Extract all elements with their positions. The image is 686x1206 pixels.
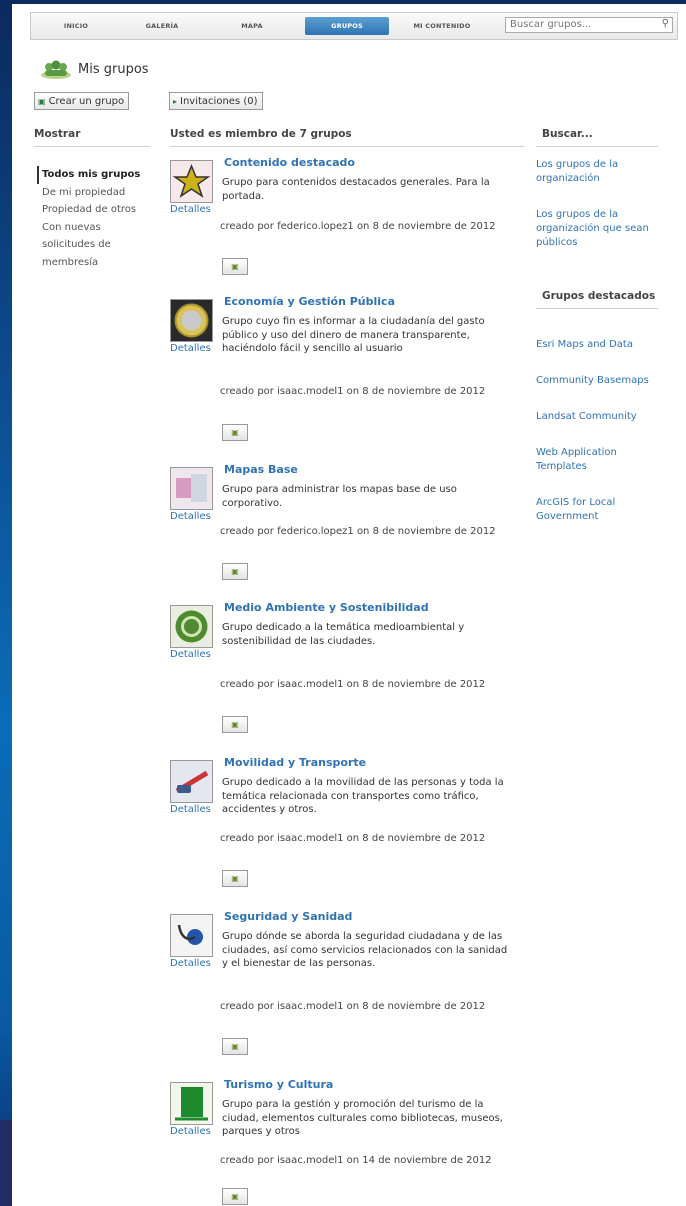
group-details-link[interactable]: Detalles — [170, 958, 211, 969]
group-meta: creado por isaac.model1 on 14 de noviemb… — [220, 1155, 492, 1166]
group-details-link[interactable]: Detalles — [170, 204, 211, 215]
star-icon[interactable] — [170, 160, 213, 203]
create-group-button[interactable]: ▣ Crear un grupo — [34, 92, 130, 110]
group-item: Detalles Medio Ambiente y Sostenibilidad… — [170, 601, 520, 740]
group-action-button[interactable]: ▣ — [222, 424, 248, 441]
group-details-link[interactable]: Detalles — [170, 649, 211, 660]
group-meta: creado por federico.lopez1 on 8 de novie… — [220, 221, 496, 232]
invitations-button[interactable]: ▸ Invitaciones (0) — [169, 92, 263, 110]
group-meta: creado por federico.lopez1 on 8 de novie… — [220, 526, 496, 537]
filter-owned[interactable]: De mi propiedad — [42, 184, 152, 202]
group-title[interactable]: Seguridad y Sanidad — [224, 910, 352, 923]
page-title: Mis grupos — [40, 58, 149, 80]
filter-new-requests[interactable]: Con nuevas solicitudes de membresía — [42, 219, 152, 272]
group-item: Detalles Contenido destacado Grupo para … — [170, 156, 520, 280]
featured-group-link[interactable]: ArcGIS for Local Government — [536, 496, 656, 524]
main-panel: INICIO GALERÍA MAPA GRUPOS MI CONTENIDO … — [12, 4, 686, 1206]
tab-galeria[interactable]: GALERÍA — [123, 17, 201, 35]
invitations-icon: ▸ — [173, 97, 178, 106]
filter-all-groups[interactable]: Todos mis grupos — [37, 166, 152, 184]
group-details-link[interactable]: Detalles — [170, 804, 211, 815]
group-title[interactable]: Mapas Base — [224, 463, 298, 476]
show-column-head: Mostrar — [34, 128, 150, 147]
group-meta: creado por isaac.model1 on 8 de noviembr… — [220, 833, 486, 844]
filter-list: Todos mis grupos De mi propiedad Propied… — [37, 166, 152, 272]
group-meta: creado por isaac.model1 on 8 de noviembr… — [220, 679, 486, 690]
group-title[interactable]: Movilidad y Transporte — [224, 756, 366, 769]
featured-group-link[interactable]: Landsat Community — [536, 410, 656, 424]
group-item: Detalles Economía y Gestión Pública Grup… — [170, 295, 520, 449]
search-link-org-groups[interactable]: Los grupos de la organización — [536, 158, 656, 186]
group-action-button[interactable]: ▣ — [222, 870, 248, 887]
groups-icon — [40, 58, 72, 80]
search-link-public-org-groups[interactable]: Los grupos de la organización que sean p… — [536, 208, 656, 250]
top-nav: INICIO GALERÍA MAPA GRUPOS MI CONTENIDO … — [30, 12, 678, 40]
group-action-button[interactable]: ▣ — [222, 563, 248, 580]
group-description: Grupo dedicado a la movilidad de las per… — [222, 777, 504, 815]
group-item: Detalles Mapas Base Grupo para administr… — [170, 463, 520, 592]
featured-group-link[interactable]: Esri Maps and Data — [536, 338, 656, 352]
group-description: Grupo para la gestión y promoción del tu… — [222, 1099, 503, 1137]
stethoscope-icon[interactable] — [170, 914, 213, 957]
background-strip — [0, 1120, 12, 1206]
group-description: Grupo dónde se aborda la seguridad ciuda… — [222, 931, 508, 969]
tourism-icon[interactable] — [170, 1082, 213, 1125]
create-group-icon: ▣ — [38, 97, 46, 106]
group-description: Grupo para contenidos destacados general… — [222, 177, 490, 202]
tab-grupos[interactable]: GRUPOS — [305, 17, 389, 35]
group-description: Grupo cuyo fin es informar a la ciudadan… — [222, 316, 485, 354]
search-icon[interactable]: ⚲ — [662, 18, 669, 29]
group-details-link[interactable]: Detalles — [170, 1126, 211, 1137]
group-details-link[interactable]: Detalles — [170, 343, 211, 354]
featured-group-link[interactable]: Community Basemaps — [536, 374, 656, 388]
member-count-head: Usted es miembro de 7 grupos — [170, 128, 524, 147]
featured-group-link[interactable]: Web Application Templates — [536, 446, 656, 474]
group-description: Grupo para administrar los mapas base de… — [222, 484, 457, 509]
search-links: Los grupos de la organización Los grupos… — [536, 158, 656, 272]
recycle-icon[interactable] — [170, 605, 213, 648]
basemap-icon[interactable] — [170, 467, 213, 510]
group-item: Detalles Turismo y Cultura Grupo para la… — [170, 1078, 520, 1206]
group-action-button[interactable]: ▣ — [222, 1188, 248, 1205]
group-title[interactable]: Turismo y Cultura — [224, 1078, 333, 1091]
group-meta: creado por isaac.model1 on 8 de noviembr… — [220, 1001, 486, 1012]
tab-inicio[interactable]: INICIO — [41, 17, 111, 35]
featured-groups-list: Esri Maps and Data Community Basemaps La… — [536, 338, 656, 546]
page-title-text: Mis grupos — [78, 61, 149, 77]
tab-mapa[interactable]: MAPA — [213, 17, 291, 35]
search-groups-input[interactable] — [505, 17, 673, 33]
featured-groups-head: Grupos destacados — [536, 290, 658, 309]
transport-icon[interactable] — [170, 760, 213, 803]
group-description: Grupo dedicado a la temática medioambien… — [222, 622, 465, 647]
group-title[interactable]: Economía y Gestión Pública — [224, 295, 395, 308]
coin-icon[interactable] — [170, 299, 213, 342]
search-column-head: Buscar... — [536, 128, 658, 147]
group-action-button[interactable]: ▣ — [222, 716, 248, 733]
group-action-button[interactable]: ▣ — [222, 258, 248, 275]
tab-mi-contenido[interactable]: MI CONTENIDO — [399, 17, 485, 35]
group-item: Detalles Movilidad y Transporte Grupo de… — [170, 756, 520, 895]
filter-owned-by-others[interactable]: Propiedad de otros — [42, 201, 152, 219]
group-action-button[interactable]: ▣ — [222, 1038, 248, 1055]
group-meta: creado por isaac.model1 on 8 de noviembr… — [220, 386, 486, 397]
group-title[interactable]: Medio Ambiente y Sostenibilidad — [224, 601, 429, 614]
group-title[interactable]: Contenido destacado — [224, 156, 355, 169]
group-item: Detalles Seguridad y Sanidad Grupo dónde… — [170, 910, 520, 1064]
group-details-link[interactable]: Detalles — [170, 511, 211, 522]
